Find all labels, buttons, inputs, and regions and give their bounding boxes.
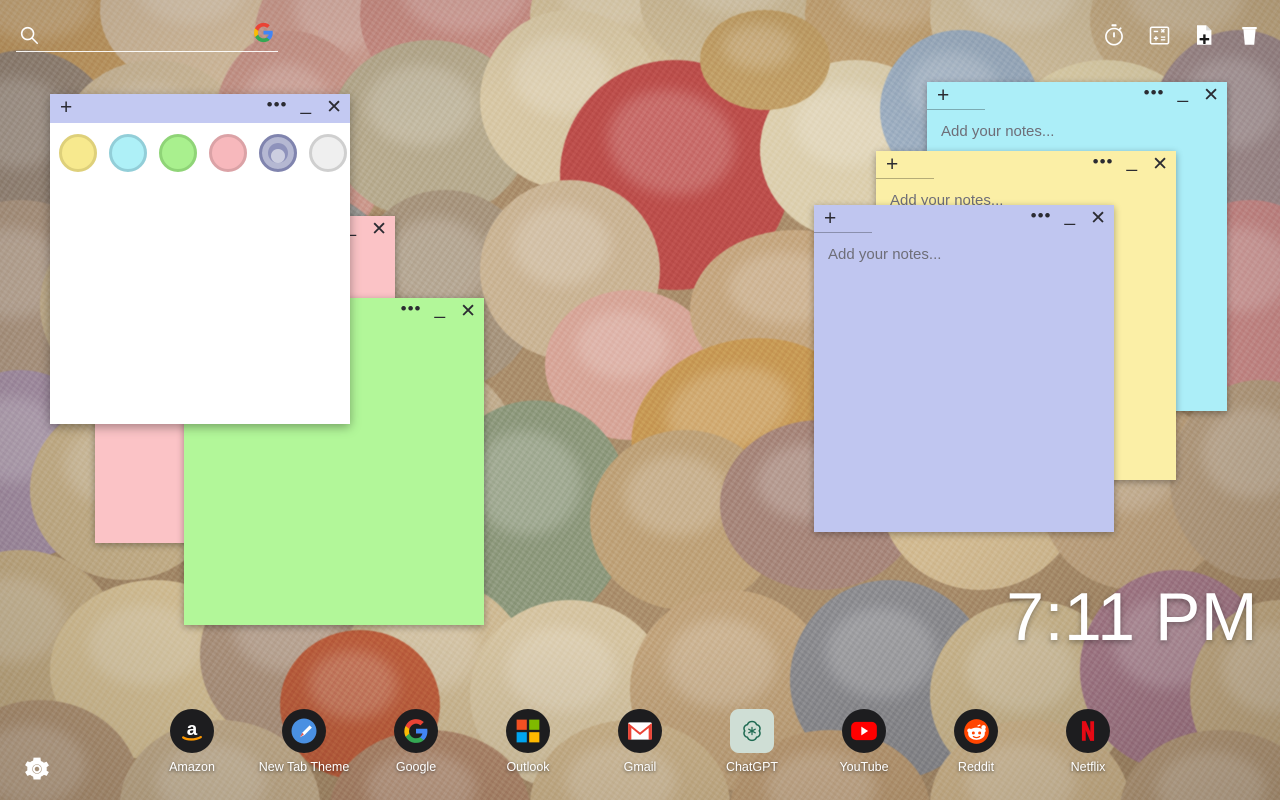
close-button[interactable]: ✕: [460, 300, 476, 323]
dock-item-gmail[interactable]: Gmail: [584, 709, 696, 774]
minimize-button[interactable]: _: [1127, 151, 1138, 173]
google-icon[interactable]: [394, 709, 438, 753]
dock-label: Netflix: [1070, 760, 1106, 774]
dock-label: Outlook: [506, 760, 550, 774]
minimize-button[interactable]: _: [1178, 82, 1189, 104]
close-button[interactable]: ✕: [1090, 207, 1106, 230]
titlebar-underline: [814, 231, 872, 233]
color-swatch-white[interactable]: [304, 129, 350, 177]
dock-item-youtube[interactable]: YouTube: [808, 709, 920, 774]
youtube-icon[interactable]: [842, 709, 886, 753]
color-swatch-pink[interactable]: [204, 129, 252, 177]
note-text-area[interactable]: Add your notes...: [814, 233, 1114, 532]
desktop: + ••• _ ✕ Add your notes... + ••• _ ✕ +: [0, 0, 1280, 800]
add-note-button[interactable]: +: [937, 85, 949, 106]
netflix-icon[interactable]: [1066, 709, 1110, 753]
color-picker-window[interactable]: + ••• _ ✕: [50, 94, 350, 424]
note-placeholder: Add your notes...: [828, 246, 942, 263]
calculator-icon[interactable]: [1146, 22, 1172, 48]
close-button[interactable]: ✕: [371, 218, 387, 241]
titlebar[interactable]: + ••• _ ✕: [876, 151, 1176, 179]
more-options-button[interactable]: •••: [1144, 83, 1165, 103]
color-swatch-green[interactable]: [154, 129, 202, 177]
dock-label: ChatGPT: [725, 760, 779, 774]
titlebar[interactable]: + ••• _ ✕: [50, 94, 350, 123]
svg-text:a: a: [187, 718, 198, 739]
color-swatch-cyan[interactable]: [104, 129, 152, 177]
close-button[interactable]: ✕: [1203, 84, 1219, 107]
chatgpt-icon[interactable]: [730, 709, 774, 753]
trash-icon[interactable]: [1236, 22, 1262, 48]
close-button[interactable]: ✕: [326, 96, 342, 119]
add-note-button[interactable]: +: [886, 154, 898, 175]
search-bar[interactable]: [16, 19, 278, 52]
add-note-button[interactable]: +: [60, 97, 72, 118]
dock-label: YouTube: [839, 760, 889, 774]
dock: a Amazon New Tab Theme Google Outlook Gm…: [0, 709, 1280, 774]
dock-item-outlook[interactable]: Outlook: [472, 709, 584, 774]
search-icon[interactable]: [18, 24, 40, 46]
dock-item-reddit[interactable]: Reddit: [920, 709, 1032, 774]
close-button[interactable]: ✕: [1152, 153, 1168, 176]
dock-item-new-tab-theme[interactable]: New Tab Theme: [248, 709, 360, 774]
gmail-icon[interactable]: [618, 709, 662, 753]
clock-time: 7:11 PM: [1006, 579, 1258, 655]
dock-label: New Tab Theme: [258, 760, 350, 774]
outlook-icon[interactable]: [506, 709, 550, 753]
titlebar-underline: [876, 177, 934, 179]
google-g-icon[interactable]: [253, 22, 274, 48]
minimize-button[interactable]: _: [301, 94, 312, 116]
minimize-button[interactable]: _: [435, 298, 446, 320]
dock-label: Reddit: [957, 760, 995, 774]
dock-label: Gmail: [623, 760, 657, 774]
gear-icon[interactable]: [24, 756, 50, 782]
new-tab-theme-icon[interactable]: [282, 709, 326, 753]
note-window-purple[interactable]: + ••• _ ✕ Add your notes...: [814, 205, 1114, 532]
stopwatch-icon[interactable]: [1101, 22, 1127, 48]
note-placeholder: Add your notes...: [941, 123, 1055, 140]
dock-item-google[interactable]: Google: [360, 709, 472, 774]
dock-item-chatgpt[interactable]: ChatGPT: [696, 709, 808, 774]
more-options-button[interactable]: •••: [267, 95, 288, 115]
more-options-button[interactable]: •••: [1031, 206, 1052, 226]
dock-item-amazon[interactable]: a Amazon: [136, 709, 248, 774]
dock-label: Amazon: [169, 760, 215, 774]
dock-label: Google: [395, 760, 437, 774]
color-swatch-purple[interactable]: [254, 129, 302, 177]
utility-icon-bar: [1101, 22, 1262, 48]
dock-item-netflix[interactable]: Netflix: [1032, 709, 1144, 774]
color-picker-canvas[interactable]: [50, 181, 350, 424]
more-options-button[interactable]: •••: [401, 299, 422, 319]
titlebar-underline: [927, 108, 985, 110]
minimize-button[interactable]: _: [1065, 205, 1076, 227]
search-input[interactable]: [40, 19, 253, 50]
titlebar[interactable]: + ••• _ ✕: [927, 82, 1227, 110]
reddit-icon[interactable]: [954, 709, 998, 753]
titlebar[interactable]: + ••• _ ✕: [814, 205, 1114, 233]
amazon-icon[interactable]: a: [170, 709, 214, 753]
add-note-button[interactable]: +: [824, 208, 836, 229]
more-options-button[interactable]: •••: [1093, 152, 1114, 172]
add-note-icon[interactable]: [1191, 22, 1217, 48]
color-swatch-row: [50, 123, 350, 181]
color-swatch-yellow[interactable]: [54, 129, 102, 177]
